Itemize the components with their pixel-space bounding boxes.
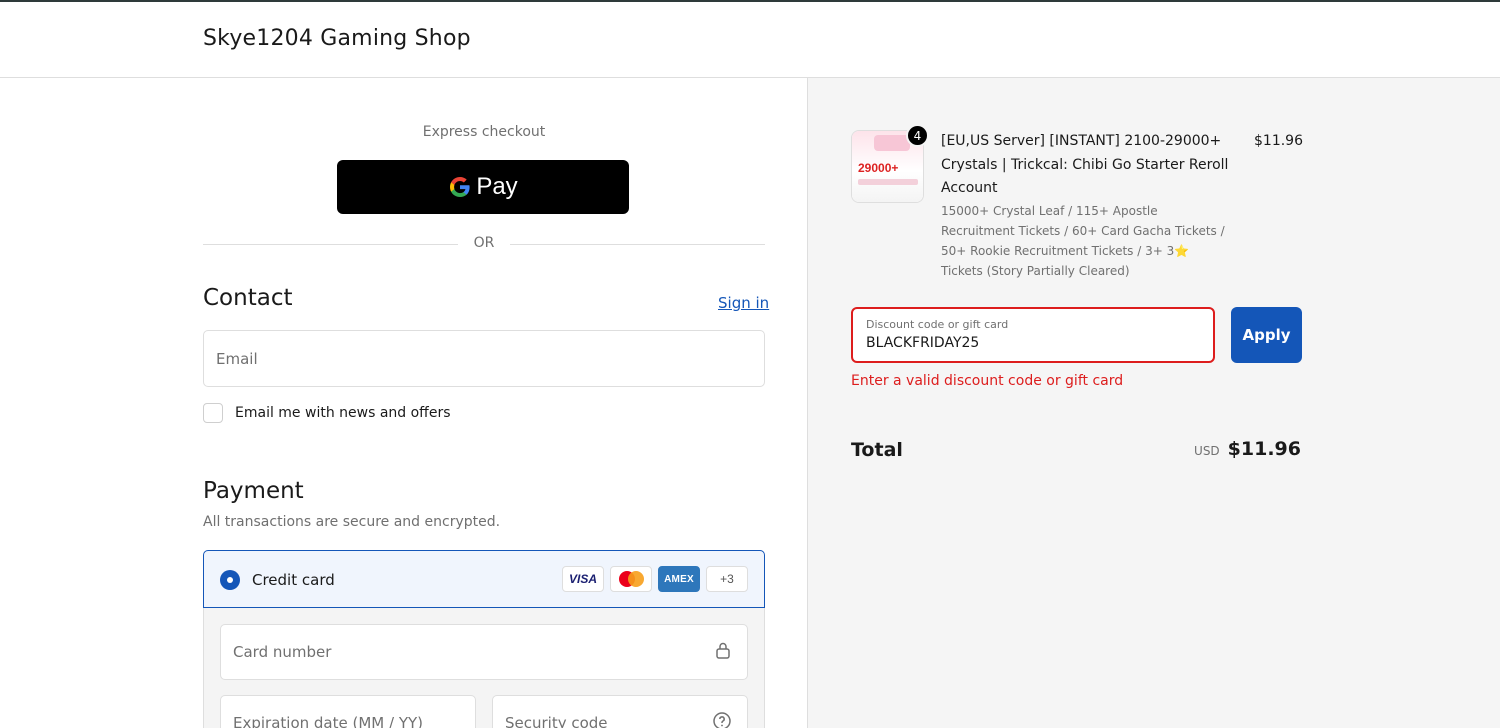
product-price: $11.96 xyxy=(1254,133,1303,149)
checkout-main: Express checkout Pay OR Contact Sign in … xyxy=(0,78,807,728)
credit-card-radio[interactable] xyxy=(220,570,240,590)
product-image-text: 29000+ xyxy=(858,161,899,175)
newsletter-checkbox[interactable] xyxy=(203,403,223,423)
currency-code: USD xyxy=(1194,444,1220,458)
lock-icon xyxy=(715,641,731,663)
google-g-icon xyxy=(450,177,470,197)
apply-button[interactable]: Apply xyxy=(1231,307,1302,363)
security-code-input[interactable] xyxy=(505,696,695,728)
email-input[interactable] xyxy=(216,331,751,386)
card-brand-badges: VISA AMEX +3 xyxy=(562,566,748,592)
or-text: OR xyxy=(473,235,495,251)
discount-field[interactable]: Discount code or gift card xyxy=(851,307,1215,363)
product-title: [EU,US Server] [INSTANT] 2100-29000+ Cry… xyxy=(941,133,1229,196)
total-value: USD $11.96 xyxy=(1194,438,1301,460)
mastercard-icon xyxy=(610,566,652,592)
visa-icon: VISA xyxy=(562,566,604,592)
newsletter-option[interactable]: Email me with news and offers xyxy=(203,403,451,423)
expiration-input[interactable] xyxy=(233,696,469,728)
expiration-field[interactable] xyxy=(220,695,476,728)
discount-input[interactable] xyxy=(866,335,1196,351)
shop-name[interactable]: Skye1204 Gaming Shop xyxy=(203,26,471,51)
product-description: 15000+ Crystal Leaf / 115+ Apostle Recru… xyxy=(941,204,1225,278)
sign-in-link[interactable]: Sign in xyxy=(718,294,769,312)
google-pay-button[interactable]: Pay xyxy=(337,160,629,214)
help-icon[interactable] xyxy=(713,712,731,728)
card-number-field[interactable] xyxy=(220,624,748,680)
payment-title: Payment xyxy=(203,478,304,504)
discount-error: Enter a valid discount code or gift card xyxy=(851,373,1124,389)
quantity-badge: 4 xyxy=(906,124,929,147)
order-summary: 29000+ 4 [EU,US Server] [INSTANT] 2100-2… xyxy=(807,78,1500,728)
newsletter-label: Email me with news and offers xyxy=(235,405,451,421)
mastercard-circle-orange xyxy=(627,571,644,587)
product-image-strip xyxy=(858,179,918,185)
security-code-field[interactable] xyxy=(492,695,748,728)
header: Skye1204 Gaming Shop xyxy=(0,2,1500,78)
contact-title: Contact xyxy=(203,285,293,311)
email-field[interactable] xyxy=(203,330,765,387)
amex-icon: AMEX xyxy=(658,566,700,592)
credit-card-option[interactable]: Credit card VISA AMEX +3 xyxy=(203,550,765,608)
product-logo xyxy=(874,135,910,151)
card-number-input[interactable] xyxy=(233,625,693,679)
discount-label: Discount code or gift card xyxy=(866,318,1009,331)
total-label: Total xyxy=(851,439,903,461)
google-pay-label: Pay xyxy=(476,173,518,200)
express-checkout-label: Express checkout xyxy=(422,124,546,140)
credit-card-label: Credit card xyxy=(252,571,335,589)
total-amount: $11.96 xyxy=(1227,438,1301,460)
credit-card-form xyxy=(203,608,765,728)
payment-subtitle: All transactions are secure and encrypte… xyxy=(203,514,501,530)
more-cards-badge[interactable]: +3 xyxy=(706,566,748,592)
or-divider: OR xyxy=(203,235,765,255)
